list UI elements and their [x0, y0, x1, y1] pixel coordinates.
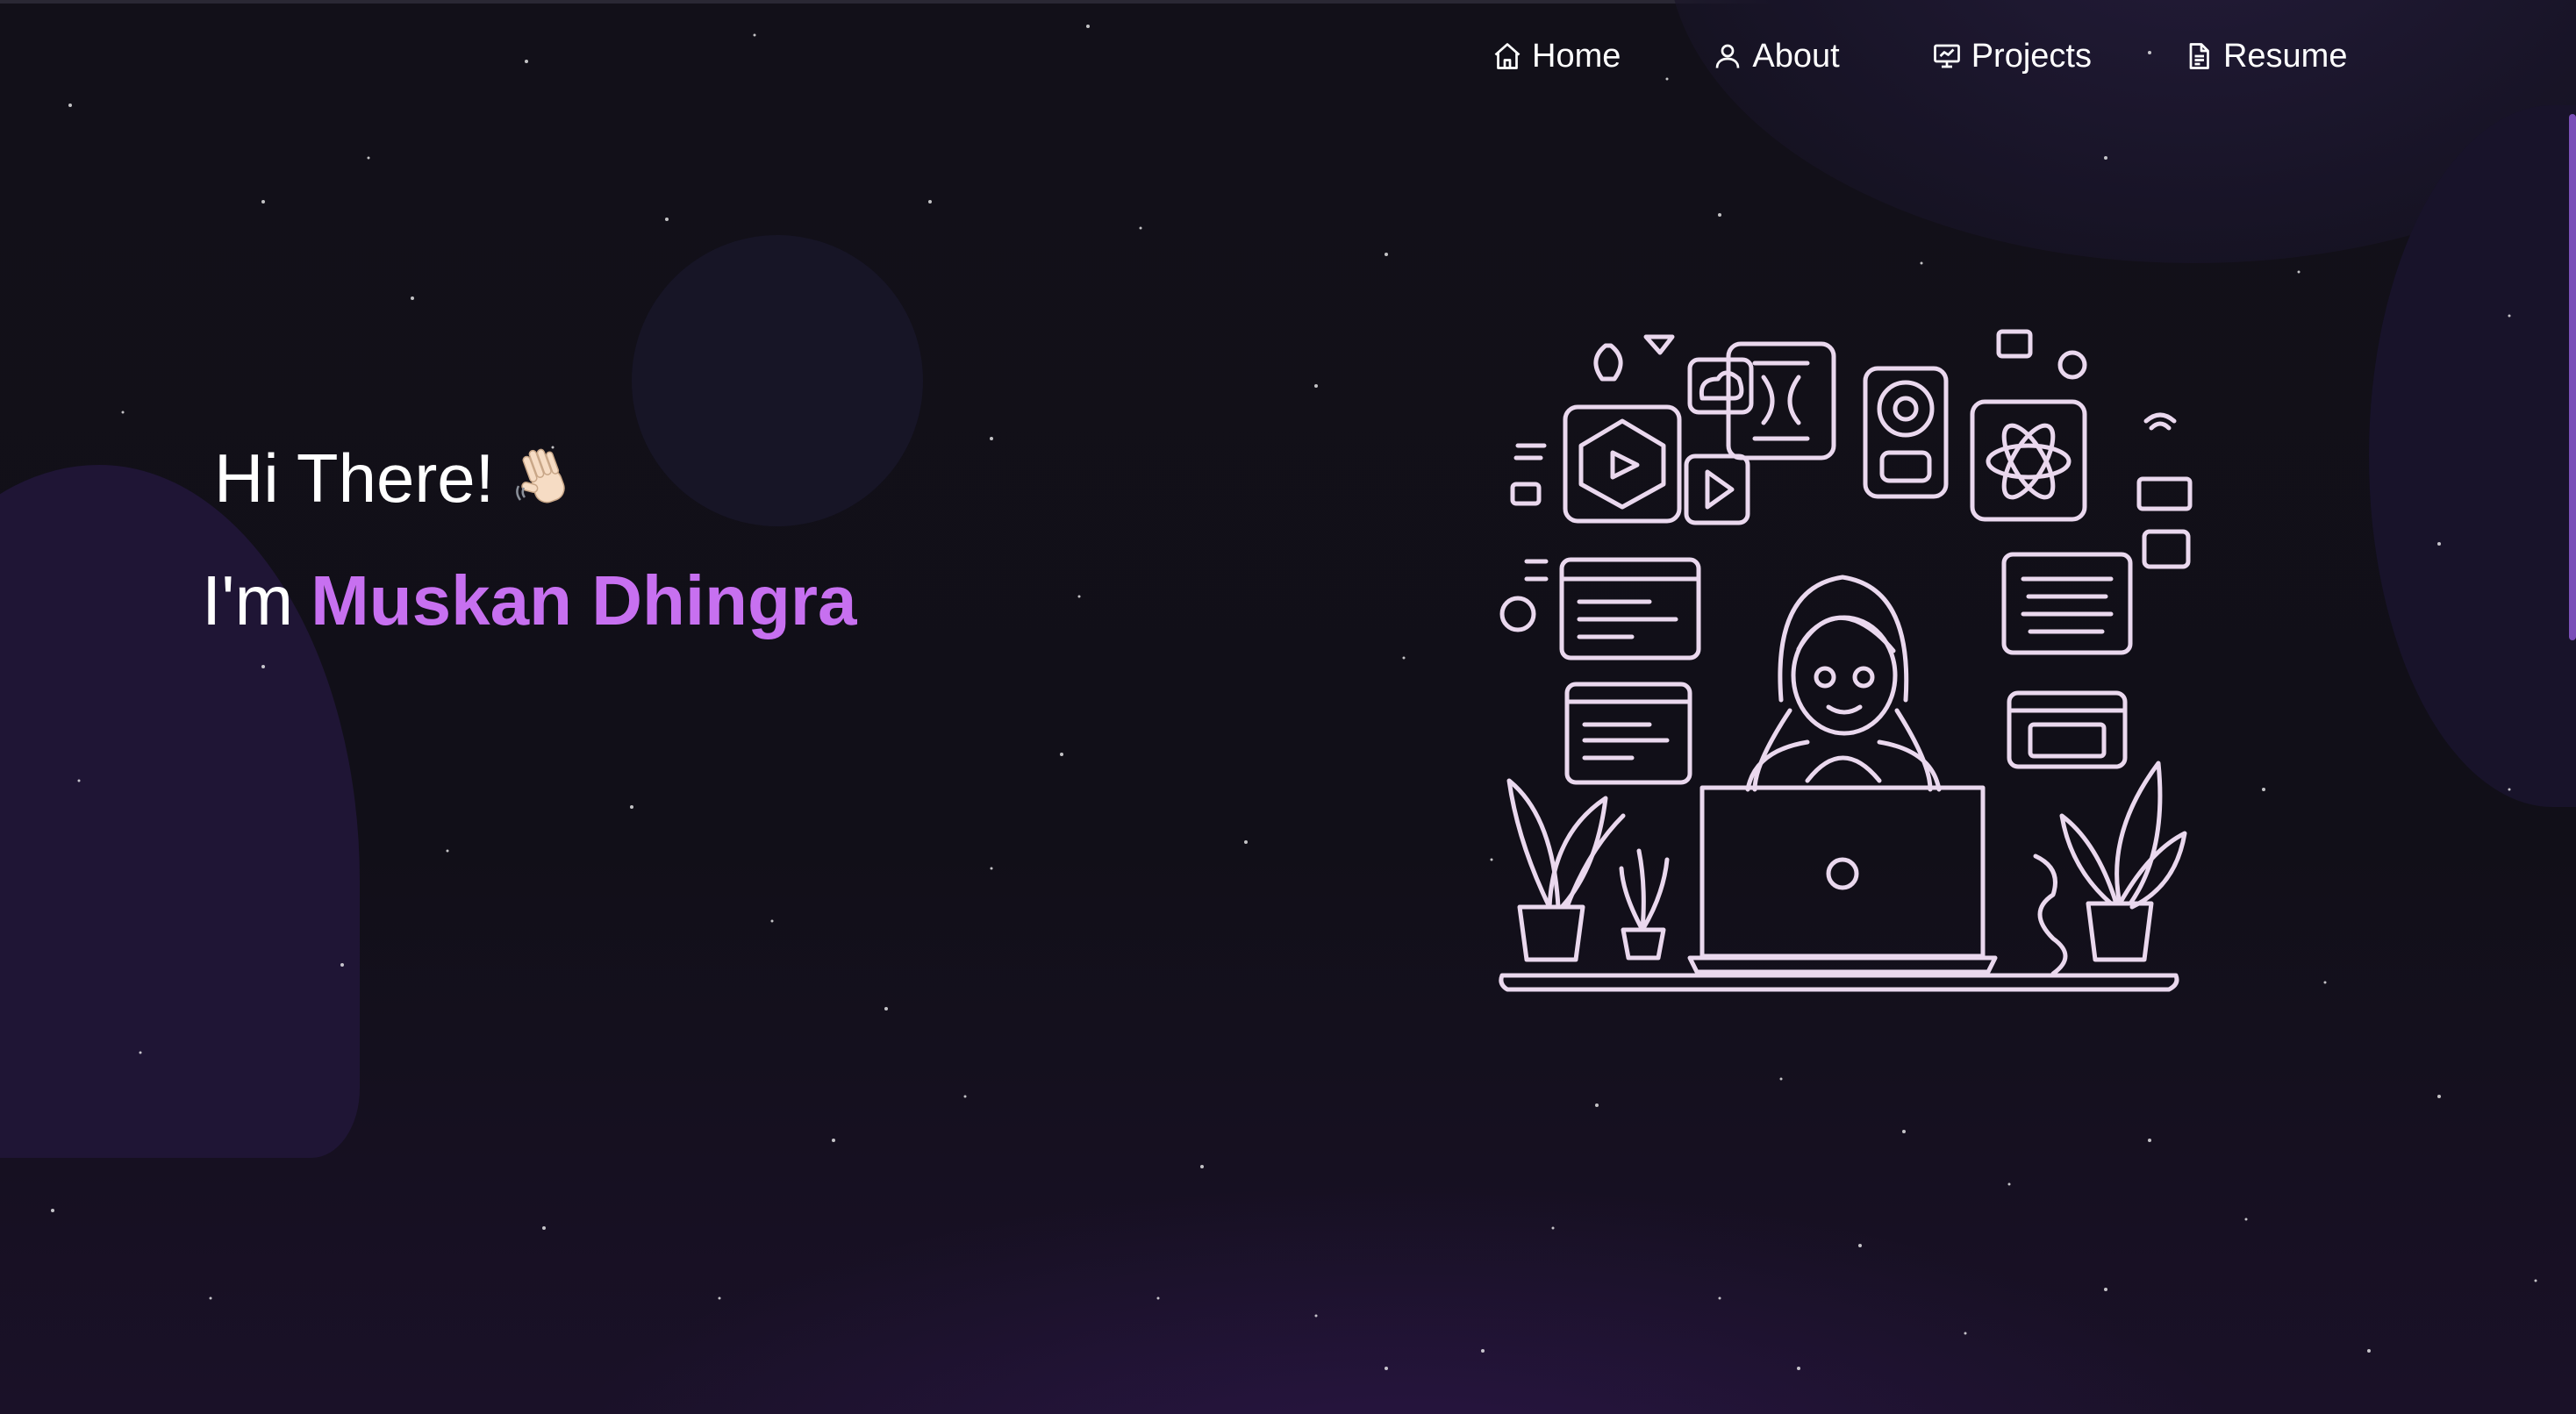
nav-item-label: Home: [1532, 37, 1621, 75]
waving-hand-icon: [512, 444, 582, 514]
hero-section: Hi There! I'm Muskan Dhingra: [202, 439, 856, 641]
scrollbar-thumb[interactable]: [2569, 114, 2576, 640]
intro-heading: I'm Muskan Dhingra: [202, 561, 856, 641]
home-icon: [1492, 40, 1523, 72]
nav-item-home[interactable]: Home: [1492, 32, 1621, 81]
greeting-heading: Hi There!: [214, 439, 856, 518]
nav-item-label: Projects: [1971, 37, 2092, 75]
developer-illustration: [1499, 329, 2193, 992]
user-icon: [1712, 40, 1743, 72]
projects-icon: [1931, 40, 1963, 72]
main-nav: Home About Projects Resume: [1492, 32, 2347, 81]
portfolio-page: Home About Projects Resume Hi There! I'm…: [0, 0, 2576, 1414]
nav-item-projects[interactable]: Projects: [1931, 32, 2092, 81]
owner-name: Muskan Dhingra: [311, 561, 857, 639]
nav-item-about[interactable]: About: [1712, 32, 1840, 81]
greeting-text: Hi There!: [214, 439, 495, 517]
document-icon: [2183, 40, 2215, 72]
nav-item-resume[interactable]: Resume: [2183, 32, 2348, 81]
intro-prefix: I'm: [202, 561, 294, 639]
nav-item-label: Resume: [2222, 37, 2348, 75]
nav-item-label: About: [1752, 37, 1840, 75]
